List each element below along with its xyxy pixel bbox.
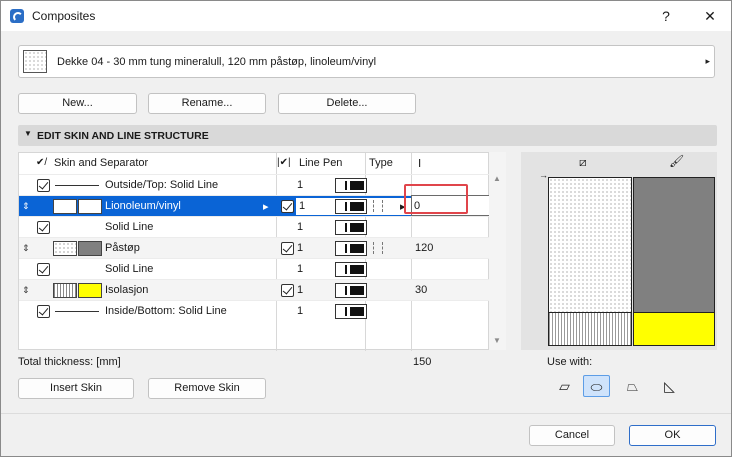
separator-checkbox[interactable] — [37, 305, 50, 318]
delete-button[interactable]: Delete... — [278, 93, 416, 114]
row-thickness: 30 — [415, 284, 428, 296]
pen-swatch[interactable] — [335, 283, 367, 298]
composite-preview-panel: ⧄ 🖌 → — [521, 152, 717, 350]
wall-tool-icon[interactable]: ▱ — [551, 375, 578, 397]
chevron-right-icon[interactable]: ▸ — [263, 200, 269, 213]
archicad-app-icon — [10, 9, 24, 23]
color-swatch[interactable] — [78, 241, 102, 256]
slab-tool-icon[interactable]: ⬭ — [583, 375, 610, 397]
skin-visibility-checkbox[interactable] — [281, 242, 294, 255]
total-thickness-label: Total thickness: [mm] — [18, 356, 121, 368]
skin-visibility-checkbox[interactable] — [281, 200, 294, 213]
section-header-edit-skin[interactable]: ▼ EDIT SKIN AND LINE STRUCTURE — [18, 125, 717, 146]
row-pen: 1 — [297, 305, 304, 317]
header-line-pen: Line Pen — [299, 157, 343, 169]
table-row[interactable]: Solid Line 1 — [19, 216, 490, 237]
title-bar: Composites ? ✕ — [1, 1, 731, 31]
pen-swatch[interactable] — [335, 178, 367, 193]
preview-fill-column — [548, 177, 632, 346]
row-pen: 1 — [297, 242, 304, 254]
skin-structure-table: ✔/ Skin and Separator |✔| Line Pen Type … — [18, 152, 490, 351]
rename-button[interactable]: Rename... — [148, 93, 266, 114]
thickness-icon: Ⅰ — [418, 158, 422, 170]
skin-type-icon[interactable] — [373, 242, 383, 254]
scroll-up-icon[interactable]: ▲ — [493, 174, 501, 183]
fill-swatch[interactable] — [53, 283, 77, 298]
table-row[interactable]: ⇕ Isolasjon 1 30 — [19, 279, 490, 300]
scroll-down-icon[interactable]: ▼ — [493, 336, 501, 345]
row-label: Lionoleum/vinyl — [105, 200, 181, 212]
cancel-button[interactable]: Cancel — [529, 425, 615, 446]
table-scrollbar[interactable]: ▲ ▼ — [489, 152, 506, 350]
composite-selector[interactable]: Dekke 04 - 30 mm tung mineralull, 120 mm… — [18, 45, 715, 78]
help-button[interactable]: ? — [645, 1, 687, 31]
shell-tool-icon[interactable]: ◺ — [656, 375, 683, 397]
color-swatch[interactable] — [78, 283, 102, 298]
table-row[interactable]: Solid Line 1 — [19, 258, 490, 279]
preview-color-column — [633, 177, 715, 346]
pen-swatch[interactable] — [335, 241, 367, 256]
row-label: Solid Line — [105, 221, 154, 233]
section-title: EDIT SKIN AND LINE STRUCTURE — [37, 130, 209, 142]
total-thickness-value: 150 — [413, 356, 432, 368]
highlight-annotation — [404, 184, 468, 214]
skin-type-icon[interactable] — [373, 200, 383, 212]
cut-fill-icon: ⧄ — [579, 155, 587, 169]
row-pen: 1 — [299, 200, 306, 212]
pen-swatch[interactable] — [335, 304, 367, 319]
ok-button[interactable]: OK — [629, 425, 716, 446]
separator-checkbox[interactable] — [37, 179, 50, 192]
drag-handle-icon[interactable]: ⇕ — [22, 285, 30, 296]
check-all-icon[interactable]: ✔/ — [36, 157, 47, 168]
pen-swatch[interactable] — [335, 199, 367, 214]
table-row[interactable]: Inside/Bottom: Solid Line 1 — [19, 300, 490, 321]
remove-skin-button[interactable]: Remove Skin — [148, 378, 266, 399]
row-pen: 1 — [297, 263, 304, 275]
row-pen: 1 — [297, 179, 304, 191]
separator-checkbox[interactable] — [37, 263, 50, 276]
pen-swatch[interactable] — [335, 262, 367, 277]
caret-down-icon: ▼ — [24, 129, 32, 138]
roof-tool-icon[interactable]: ⏢ — [619, 375, 646, 397]
chevron-right-icon: ▸ — [705, 56, 710, 66]
composites-dialog: Composites ? ✕ Dekke 04 - 30 mm tung min… — [0, 0, 732, 457]
brush-icon: 🖌 — [669, 154, 685, 168]
row-label: Solid Line — [105, 263, 154, 275]
row-label: Påstøp — [105, 242, 140, 254]
row-label: Outside/Top: Solid Line — [105, 179, 219, 191]
row-pen: 1 — [297, 221, 304, 233]
fill-swatch[interactable] — [53, 241, 77, 256]
header-type: Type — [369, 157, 393, 169]
row-label: Isolasjon — [105, 284, 149, 296]
insert-skin-button[interactable]: Insert Skin — [18, 378, 134, 399]
line-sample — [55, 311, 99, 312]
table-row[interactable]: ⇕ Påstøp 1 120 — [19, 237, 490, 258]
pen-swatch[interactable] — [335, 220, 367, 235]
fill-swatch[interactable] — [53, 199, 77, 214]
use-with-label: Use with: — [547, 356, 593, 368]
line-sample — [55, 185, 99, 186]
composite-fill-preview — [23, 50, 47, 73]
drag-handle-icon[interactable]: ⇕ — [22, 201, 30, 212]
row-thickness: 120 — [415, 242, 434, 254]
table-header: ✔/ Skin and Separator |✔| Line Pen Type … — [19, 153, 490, 174]
new-button[interactable]: New... — [18, 93, 137, 114]
arrow-right-icon: → — [539, 170, 548, 180]
header-skin-separator: Skin and Separator — [54, 157, 149, 169]
separator-checkbox[interactable] — [37, 221, 50, 234]
drag-handle-icon[interactable]: ⇕ — [22, 243, 30, 254]
color-swatch[interactable] — [78, 199, 102, 214]
row-label: Inside/Bottom: Solid Line — [105, 305, 227, 317]
close-button[interactable]: ✕ — [689, 1, 731, 31]
window-title: Composites — [32, 9, 96, 23]
dialog-content: Dekke 04 - 30 mm tung mineralull, 120 mm… — [1, 31, 731, 456]
header-visibility-icon: |✔| — [277, 157, 291, 168]
skin-visibility-checkbox[interactable] — [281, 284, 294, 297]
composite-name: Dekke 04 - 30 mm tung mineralull, 120 mm… — [57, 56, 377, 68]
row-pen: 1 — [297, 284, 304, 296]
